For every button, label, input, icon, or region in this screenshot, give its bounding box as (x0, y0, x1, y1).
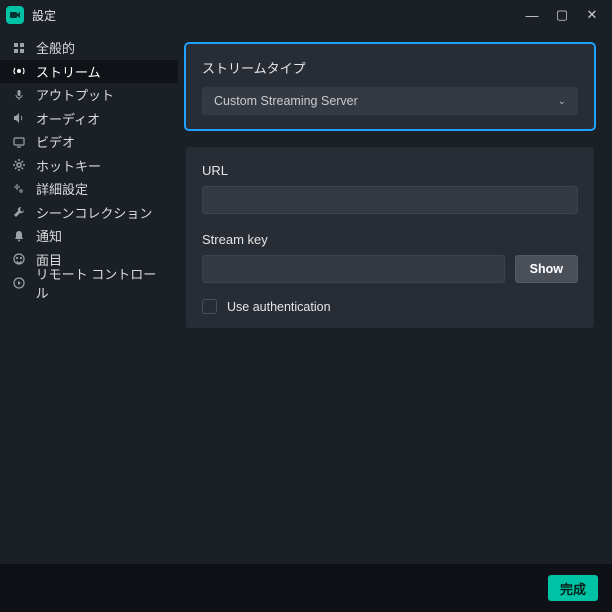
titlebar: 設定 — ▢ ✕ (0, 0, 612, 30)
stream-type-value: Custom Streaming Server (214, 94, 358, 108)
window-buttons: — ▢ ✕ (518, 3, 606, 27)
remote-icon (12, 277, 26, 289)
done-button[interactable]: 完成 (548, 575, 598, 601)
stream-icon (12, 65, 26, 77)
speaker-icon (12, 112, 26, 124)
use-auth-label: Use authentication (227, 300, 331, 314)
url-label: URL (202, 163, 578, 178)
sidebar-item-label: アウトプット (36, 85, 114, 104)
sidebar-item-1[interactable]: ストリーム (0, 60, 178, 84)
maximize-button[interactable]: ▢ (548, 3, 576, 27)
stream-type-select[interactable]: Custom Streaming Server ⌄ (202, 87, 578, 115)
sidebar-item-7[interactable]: シーンコレクション (0, 201, 178, 225)
footer: 完成 (0, 564, 612, 612)
monitor-icon (12, 136, 26, 148)
grid-icon (12, 42, 26, 54)
sidebar-item-label: オーディオ (36, 109, 100, 128)
face-icon (12, 253, 26, 265)
window-title: 設定 (32, 7, 518, 24)
sidebar-item-4[interactable]: ビデオ (0, 130, 178, 154)
mic-icon (12, 89, 26, 101)
sidebar: 全般的ストリームアウトプットオーディオビデオホットキー詳細設定シーンコレクション… (0, 30, 178, 564)
use-auth-checkbox[interactable] (202, 299, 217, 314)
sidebar-item-label: ビデオ (36, 132, 75, 151)
sidebar-item-10[interactable]: リモート コントロール (0, 271, 178, 295)
app-icon (6, 6, 24, 24)
sidebar-item-6[interactable]: 詳細設定 (0, 177, 178, 201)
url-input[interactable] (202, 186, 578, 214)
sidebar-item-2[interactable]: アウトプット (0, 83, 178, 107)
sidebar-item-0[interactable]: 全般的 (0, 36, 178, 60)
minimize-button[interactable]: — (518, 3, 546, 27)
close-button[interactable]: ✕ (578, 3, 606, 27)
stream-type-panel: ストリームタイプ Custom Streaming Server ⌄ (186, 44, 594, 129)
gears-icon (12, 183, 26, 195)
sidebar-item-label: ホットキー (36, 156, 101, 175)
sidebar-item-label: リモート コントロール (36, 264, 166, 302)
sidebar-item-label: 全般的 (36, 38, 75, 57)
gear-icon (12, 159, 26, 171)
sidebar-item-label: 詳細設定 (36, 179, 88, 198)
bell-icon (12, 230, 26, 242)
stream-type-label: ストリームタイプ (202, 58, 578, 77)
stream-key-label: Stream key (202, 232, 578, 247)
stream-settings-panel: URL Stream key Show Use authentication (186, 147, 594, 328)
sidebar-item-3[interactable]: オーディオ (0, 107, 178, 131)
content: ストリームタイプ Custom Streaming Server ⌄ URL S… (178, 30, 612, 564)
sidebar-item-label: シーンコレクション (36, 203, 152, 222)
chevron-down-icon: ⌄ (558, 96, 566, 107)
sidebar-item-8[interactable]: 通知 (0, 224, 178, 248)
show-key-button[interactable]: Show (515, 255, 578, 283)
sidebar-item-5[interactable]: ホットキー (0, 154, 178, 178)
sidebar-item-label: ストリーム (36, 62, 101, 81)
stream-key-input[interactable] (202, 255, 505, 283)
sidebar-item-label: 通知 (36, 226, 62, 245)
wrench-icon (12, 206, 26, 218)
